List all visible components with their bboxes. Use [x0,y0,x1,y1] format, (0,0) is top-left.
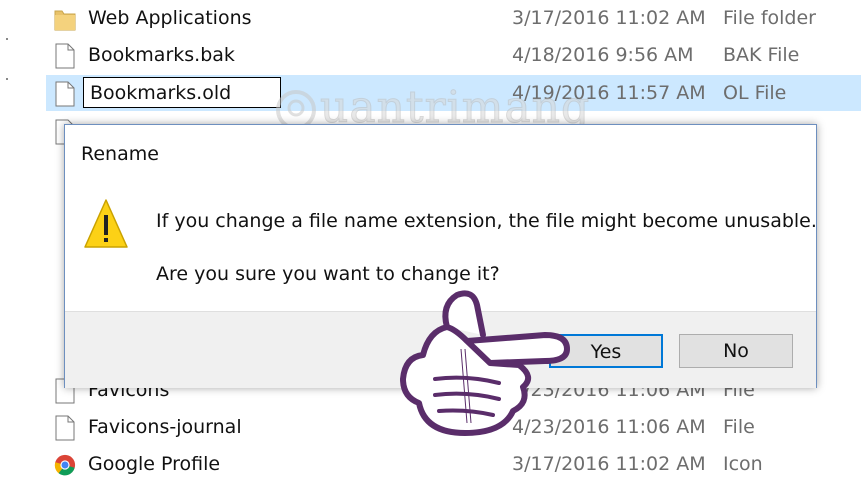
file-row-google-profile[interactable]: Google Profile 3/17/2016 11:02 AM Icon [46,446,861,482]
file-date: 3/17/2016 11:02 AM [512,7,706,29]
file-type: Icon [723,453,763,475]
file-type: File folder [723,7,816,29]
file-icon [55,81,75,107]
file-row-bookmarks-bak[interactable]: Bookmarks.bak 4/18/2016 9:56 AM BAK File [46,37,861,73]
navigation-pane-edge [0,0,40,469]
pane-marker [6,38,8,40]
dialog-question: Are you sure you want to change it? [156,263,500,285]
file-icon [55,415,75,441]
file-type: File [723,416,755,438]
file-name: Web Applications [88,7,252,29]
file-name: Favicons-journal [88,416,242,438]
folder-icon [54,10,76,31]
warning-icon [84,199,128,248]
file-icon [55,43,75,69]
file-date: 4/18/2016 9:56 AM [512,44,694,66]
file-row-web-applications[interactable]: Web Applications 3/17/2016 11:02 AM File… [46,0,861,36]
dialog-title: Rename [81,143,159,165]
pane-marker [6,78,8,80]
file-date: 3/17/2016 11:02 AM [512,453,706,475]
rename-input[interactable] [83,77,281,108]
chrome-icon [54,454,76,476]
dialog-message: If you change a file name extension, the… [156,210,817,232]
file-name: Google Profile [88,453,221,475]
file-type: OL File [723,82,787,104]
no-button[interactable]: No [679,334,793,368]
file-name: Bookmarks.bak [88,44,235,66]
pointing-hand-icon [400,290,570,436]
file-type: BAK File [723,44,800,66]
